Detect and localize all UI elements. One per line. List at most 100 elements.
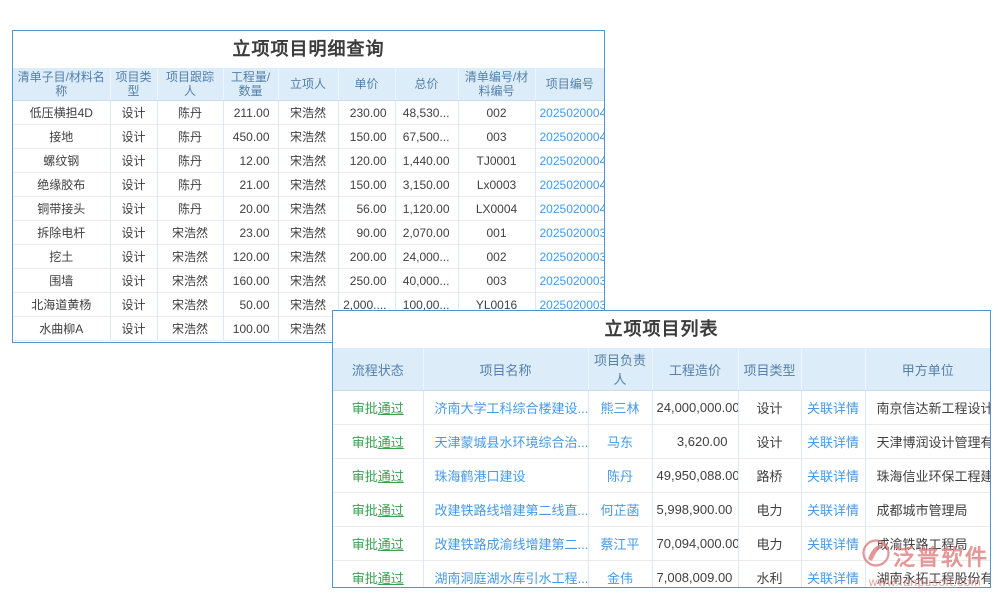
cell-manager: 金伟 bbox=[588, 561, 652, 589]
cell-item-name: 低压横担4D bbox=[13, 101, 110, 125]
cell-client: 天津博润设计管理有... bbox=[865, 425, 990, 459]
cell-client: 南京信达新工程设计院 bbox=[865, 391, 990, 425]
status-pass-link[interactable]: 通过 bbox=[378, 537, 404, 552]
col-item-name: 清单子目/材料名称 bbox=[13, 68, 110, 101]
detail-link[interactable]: 关联详情 bbox=[807, 435, 859, 450]
cell-initiator: 宋浩然 bbox=[278, 149, 338, 173]
col-cost: 工程造价 bbox=[652, 348, 738, 391]
status-badge: 审批通过 bbox=[352, 571, 404, 586]
cell-project-no: 2025020004 bbox=[535, 197, 604, 221]
cell-total-price: 67,500... bbox=[395, 125, 458, 149]
manager-link[interactable]: 马东 bbox=[607, 435, 633, 450]
status-pass-link[interactable]: 通过 bbox=[378, 571, 404, 586]
cell-cost: 3,620.00 bbox=[652, 425, 738, 459]
cell-quantity: 20.00 bbox=[223, 197, 278, 221]
project-no-link[interactable]: 2025020004 bbox=[540, 154, 605, 168]
project-no-link[interactable]: 2025020004 bbox=[540, 202, 605, 216]
status-pass-link[interactable]: 通过 bbox=[378, 435, 404, 450]
detail-link[interactable]: 关联详情 bbox=[807, 469, 859, 484]
cell-item-name: 围墙 bbox=[13, 269, 110, 293]
cell-initiator: 宋浩然 bbox=[278, 197, 338, 221]
cell-project-type: 设计 bbox=[110, 173, 157, 197]
project-no-link[interactable]: 2025020003 bbox=[540, 250, 605, 264]
status-pass-link[interactable]: 通过 bbox=[378, 503, 404, 518]
cell-total-price: 2,070.00 bbox=[395, 221, 458, 245]
col-project-name: 项目名称 bbox=[423, 348, 588, 391]
cell-project-name: 天津蒙城县水环境综合治... bbox=[423, 425, 588, 459]
project-name-link[interactable]: 济南大学工科综合楼建设... bbox=[435, 401, 589, 416]
cell-project-no: 2025020003 bbox=[535, 269, 604, 293]
cell-unit-price: 56.00 bbox=[338, 197, 395, 221]
cell-list-no: 003 bbox=[458, 125, 535, 149]
status-pass-link[interactable]: 通过 bbox=[378, 469, 404, 484]
manager-link[interactable]: 金伟 bbox=[607, 571, 633, 586]
detail-header-row: 清单子目/材料名称 项目类型 项目跟踪人 工程量/数量 立项人 单价 总价 清单… bbox=[13, 68, 604, 101]
detail-link[interactable]: 关联详情 bbox=[807, 503, 859, 518]
project-no-link[interactable]: 2025020004 bbox=[540, 106, 605, 120]
cell-total-price: 48,530... bbox=[395, 101, 458, 125]
project-no-link[interactable]: 2025020003 bbox=[540, 274, 605, 288]
cell-unit-price: 250.00 bbox=[338, 269, 395, 293]
cell-project-type: 设计 bbox=[110, 197, 157, 221]
status-badge: 审批通过 bbox=[352, 401, 404, 416]
cell-item-name: 拆除电杆 bbox=[13, 221, 110, 245]
detail-link[interactable]: 关联详情 bbox=[807, 401, 859, 416]
cell-tracker: 陈丹 bbox=[157, 197, 223, 221]
manager-link[interactable]: 熊三林 bbox=[600, 401, 639, 416]
col-initiator: 立项人 bbox=[278, 68, 338, 101]
project-no-link[interactable]: 2025020004 bbox=[540, 130, 605, 144]
project-name-link[interactable]: 改建铁路成渝线增建第二... bbox=[435, 537, 589, 552]
cell-item-name: 水曲柳A bbox=[13, 317, 110, 341]
status-pass-link[interactable]: 通过 bbox=[378, 401, 404, 416]
cell-flow-status: 审批通过 bbox=[333, 391, 423, 425]
col-client: 甲方单位 bbox=[865, 348, 990, 391]
manager-link[interactable]: 何芷菡 bbox=[600, 503, 639, 518]
table-row: 审批通过 天津蒙城县水环境综合治... 马东 3,620.00 设计 关联详情 … bbox=[333, 425, 990, 459]
cell-project-type: 设计 bbox=[110, 269, 157, 293]
project-name-link[interactable]: 珠海鹤港口建设 bbox=[435, 469, 526, 484]
cell-list-no: TJ0001 bbox=[458, 149, 535, 173]
cell-item-name: 绝缘胶布 bbox=[13, 173, 110, 197]
col-tracker: 项目跟踪人 bbox=[157, 68, 223, 101]
cell-quantity: 160.00 bbox=[223, 269, 278, 293]
cell-unit-price: 230.00 bbox=[338, 101, 395, 125]
col-list-no: 清单编号/材料编号 bbox=[458, 68, 535, 101]
cell-detail: 关联详情 bbox=[801, 459, 865, 493]
cell-type: 水利 bbox=[738, 561, 801, 589]
cell-quantity: 211.00 bbox=[223, 101, 278, 125]
table-row: 低压横担4D 设计 陈丹 211.00 宋浩然 230.00 48,530...… bbox=[13, 101, 604, 125]
cell-manager: 马东 bbox=[588, 425, 652, 459]
detail-link[interactable]: 关联详情 bbox=[807, 571, 859, 586]
cell-quantity: 12.00 bbox=[223, 149, 278, 173]
cell-unit-price: 150.00 bbox=[338, 173, 395, 197]
project-name-link[interactable]: 改建铁路线增建第二线直... bbox=[435, 503, 589, 518]
cell-quantity: 21.00 bbox=[223, 173, 278, 197]
cell-quantity: 120.00 bbox=[223, 245, 278, 269]
cell-project-type: 设计 bbox=[110, 245, 157, 269]
manager-link[interactable]: 陈丹 bbox=[607, 469, 633, 484]
cell-unit-price: 150.00 bbox=[338, 125, 395, 149]
project-name-link[interactable]: 天津蒙城县水环境综合治... bbox=[435, 435, 589, 450]
cell-total-price: 24,000... bbox=[395, 245, 458, 269]
cell-detail: 关联详情 bbox=[801, 425, 865, 459]
cell-initiator: 宋浩然 bbox=[278, 221, 338, 245]
project-no-link[interactable]: 2025020004 bbox=[540, 178, 605, 192]
cell-list-no: 003 bbox=[458, 269, 535, 293]
list-table: 流程状态 项目名称 项目负责人 工程造价 项目类型 甲方单位 审批通过 济南大学… bbox=[333, 348, 990, 588]
cell-tracker: 陈丹 bbox=[157, 125, 223, 149]
cell-project-name: 改建铁路成渝线增建第二... bbox=[423, 527, 588, 561]
manager-link[interactable]: 蔡江平 bbox=[600, 537, 639, 552]
detail-table-body: 低压横担4D 设计 陈丹 211.00 宋浩然 230.00 48,530...… bbox=[13, 101, 604, 341]
status-badge: 审批通过 bbox=[352, 503, 404, 518]
project-name-link[interactable]: 湖南洞庭湖水库引水工程... bbox=[435, 571, 589, 586]
project-no-link[interactable]: 2025020003 bbox=[540, 226, 605, 240]
cell-client: 珠海信业环保工程建... bbox=[865, 459, 990, 493]
table-row: 挖土 设计 宋浩然 120.00 宋浩然 200.00 24,000... 00… bbox=[13, 245, 604, 269]
cell-project-type: 设计 bbox=[110, 101, 157, 125]
cell-cost: 70,094,000.00 bbox=[652, 527, 738, 561]
detail-link[interactable]: 关联详情 bbox=[807, 537, 859, 552]
cell-tracker: 宋浩然 bbox=[157, 269, 223, 293]
cell-quantity: 23.00 bbox=[223, 221, 278, 245]
cell-manager: 陈丹 bbox=[588, 459, 652, 493]
cell-client: 成都城市管理局 bbox=[865, 493, 990, 527]
